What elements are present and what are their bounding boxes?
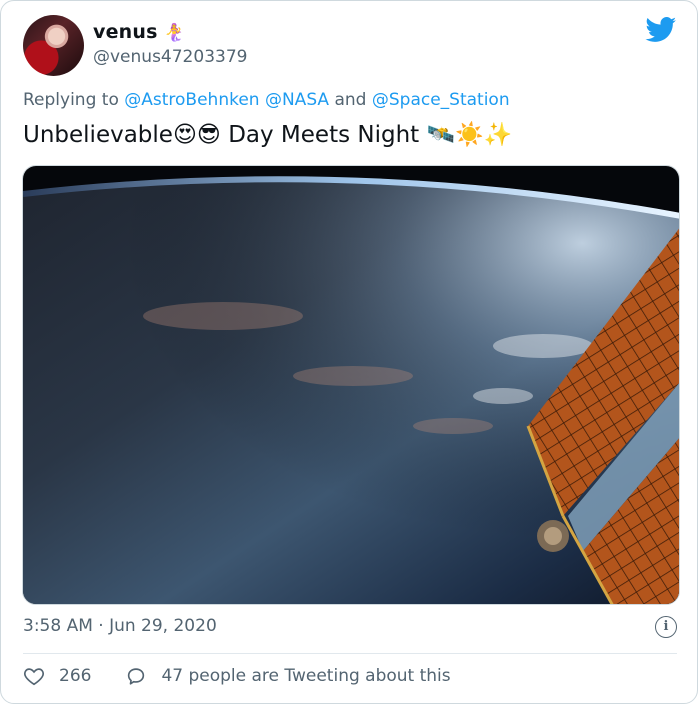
tweet-text: Unbelievable😍😎 Day Meets Night 🛰️☀️✨ (23, 122, 513, 148)
comment-icon (128, 668, 145, 685)
divider (23, 653, 677, 654)
action-bar: 266 47 people are Tweeting about this (23, 665, 451, 687)
tweet-card: venus 🧜‍♀️ @venus47203379 Replying to @As… (0, 0, 698, 704)
reply-prefix: Replying to (23, 90, 119, 110)
timestamp[interactable]: 3:58 AM · Jun 29, 2020 (23, 616, 217, 636)
mention-astrobehnken[interactable]: @AstroBehnken (124, 90, 259, 110)
like-button[interactable]: 266 (23, 665, 91, 687)
tweeting-about-text: 47 people are Tweeting about this (161, 666, 451, 686)
like-count: 266 (59, 666, 92, 686)
mermaid-emoji: 🧜‍♀️ (163, 23, 186, 43)
author-name[interactable]: venus 🧜‍♀️ (93, 21, 185, 43)
tweet-about-button[interactable]: 47 people are Tweeting about this (125, 665, 451, 687)
info-icon[interactable]: i (655, 616, 677, 638)
author-handle[interactable]: @venus47203379 (93, 47, 247, 67)
heart-icon (24, 668, 44, 686)
author-name-text: venus (93, 21, 158, 43)
mention-space-station[interactable]: @Space_Station (372, 90, 510, 110)
twitter-bird-icon[interactable] (645, 17, 677, 43)
tweet-photo[interactable] (22, 165, 680, 605)
reply-and: and (334, 90, 367, 110)
avatar[interactable] (23, 15, 84, 76)
replying-to: Replying to @AstroBehnken @NASA and @Spa… (23, 90, 510, 110)
earth-from-space-image (23, 166, 679, 604)
mention-nasa[interactable]: @NASA (265, 90, 329, 110)
